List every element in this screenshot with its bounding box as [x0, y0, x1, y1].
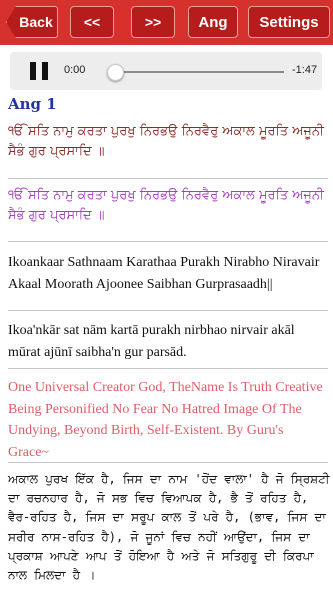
- audio-player: 0:00 -1:47: [10, 52, 322, 90]
- transliteration-roman: Ikoankaar Sathnaam Karathaa Purakh Nirab…: [8, 255, 320, 292]
- current-time: 0:00: [64, 64, 86, 76]
- progress-thumb[interactable]: [107, 64, 124, 81]
- remaining-time: -1:47: [292, 64, 318, 76]
- settings-button[interactable]: Settings: [248, 6, 330, 38]
- divider: [8, 310, 328, 311]
- progress-track[interactable]: [114, 71, 284, 73]
- ang-title: Ang 1: [8, 95, 57, 113]
- pause-icon[interactable]: [30, 62, 49, 80]
- ang-button[interactable]: Ang: [188, 6, 238, 38]
- top-toolbar: Back << >> Ang Settings: [0, 0, 333, 45]
- gurmukhi-line-primary: ੴ ਸਤਿ ਨਾਮੁ ਕਰਤਾ ਪੁਰਖੁ ਨਿਰਭਉ ਨਿਰਵੈਰੁ ਅਕਾਲ…: [8, 124, 324, 160]
- divider: [8, 462, 328, 463]
- previous-ang-button[interactable]: <<: [70, 6, 114, 38]
- transliteration-diacritic: Ikoa'nkār sat nām kartā purakh nirbhao n…: [8, 323, 295, 360]
- divider: [8, 178, 328, 179]
- divider: [8, 241, 328, 242]
- english-translation: One Universal Creator God, TheName Is Tr…: [8, 380, 323, 461]
- gurmukhi-line-secondary: ੴ ਸਤਿ ਨਾਮੁ ਕਰਤਾ ਪੁਰਖੁ ਨਿਰਭਉ ਨਿਰਵੈਰੁ ਅਕਾਲ…: [8, 188, 324, 224]
- divider: [8, 368, 328, 369]
- back-button[interactable]: Back: [6, 6, 58, 38]
- next-ang-button[interactable]: >>: [131, 6, 175, 38]
- punjabi-explanation: ਅਕਾਲ ਪੁਰਖ ਇੱਕ ਹੈ, ਜਿਸ ਦਾ ਨਾਮ 'ਹੋਂਦ ਵਾਲਾ'…: [8, 472, 330, 582]
